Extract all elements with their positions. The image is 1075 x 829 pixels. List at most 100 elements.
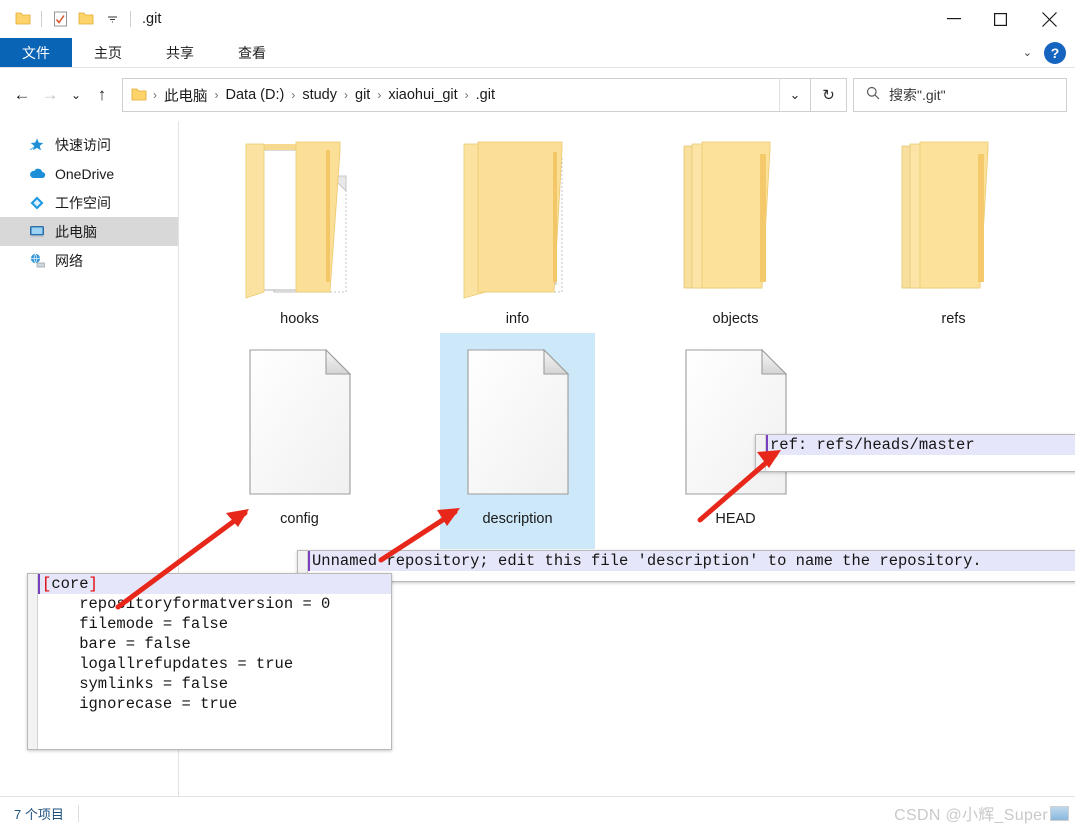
address-box[interactable]: › 此电脑 › Data (D:) › study › git › xiaohu… (122, 78, 811, 112)
file-item-hooks[interactable]: hooks (222, 133, 377, 334)
breadcrumb-item-3[interactable]: git (352, 87, 373, 103)
file-blank-icon (658, 333, 813, 508)
breadcrumb-item-4[interactable]: xiaohui_git (385, 87, 460, 103)
file-blank-icon (440, 333, 595, 508)
address-dropdown-button[interactable]: ⌄ (779, 79, 810, 111)
folder-stack-icon (876, 133, 1031, 308)
editor-line: filemode = false (42, 615, 229, 633)
tab-home[interactable]: 主页 (72, 38, 144, 67)
file-item-label: hooks (280, 311, 319, 327)
sidebar-item-label: 快速访问 (55, 136, 111, 153)
breadcrumb-separator[interactable]: › (211, 88, 223, 102)
editor-line: bare = false (42, 635, 191, 653)
breadcrumb-item-1[interactable]: Data (D:) (223, 87, 288, 103)
file-item-info[interactable]: info (440, 133, 595, 334)
editor-line: ignorecase = true (42, 695, 238, 713)
breadcrumb-separator[interactable]: › (373, 88, 385, 102)
breadcrumb-item-0[interactable]: 此电脑 (161, 85, 211, 106)
sidebar-item-label: OneDrive (55, 165, 115, 182)
sidebar-item-this-pc[interactable]: 此电脑 (0, 217, 178, 246)
sidebar-item-onedrive[interactable]: OneDrive (0, 159, 178, 188)
file-item-refs[interactable]: refs (876, 133, 1031, 334)
status-divider (77, 804, 79, 822)
config-file-content-popup: [core] repositoryformatversion = 0 filem… (27, 573, 392, 750)
sidebar-item-workspace[interactable]: 工作空间 (0, 188, 178, 217)
editor-line-core-header: [core] (38, 574, 391, 594)
minimize-button[interactable] (931, 0, 977, 38)
maximize-button[interactable] (977, 0, 1023, 38)
forward-button[interactable]: → (36, 80, 64, 110)
star-icon (28, 136, 46, 154)
folder-multi-icon (222, 133, 377, 308)
chevron-down-icon[interactable] (99, 6, 125, 32)
address-box-buttons: ⌄ (779, 79, 810, 111)
computer-icon (28, 223, 46, 241)
cloud-icon (28, 165, 46, 183)
watermark: CSDN @小辉_Super (894, 801, 1069, 825)
breadcrumb-separator[interactable]: › (149, 88, 161, 102)
breadcrumb-separator[interactable]: › (287, 88, 299, 102)
file-item-config[interactable]: config (222, 333, 377, 534)
tab-share[interactable]: 共享 (144, 38, 216, 67)
search-input[interactable]: 搜索".git" (889, 85, 946, 105)
diamond-icon (28, 194, 46, 212)
editor-line: Unnamed repository; edit this file 'desc… (308, 551, 1075, 571)
item-count-label: 7 个项目 (14, 806, 64, 822)
editor-body: ref: refs/heads/master (766, 435, 1075, 471)
breadcrumb-item-5[interactable]: .git (473, 87, 498, 103)
search-icon (866, 86, 880, 105)
file-item-label: info (505, 311, 530, 327)
breadcrumb-folder-icon (131, 88, 149, 102)
back-button[interactable]: ← (8, 80, 36, 110)
editor-line: ref: refs/heads/master (766, 435, 1075, 455)
sidebar-item-network[interactable]: 网络 (0, 246, 178, 275)
breadcrumb-item-2[interactable]: study (299, 87, 340, 103)
ribbon-tab-bar: 文件 主页 共享 查看 ⌄ ? (0, 38, 1075, 68)
file-item-label: description (482, 511, 553, 527)
window-title: .git (142, 11, 162, 27)
config-section-name: core (51, 575, 89, 593)
breadcrumb-separator[interactable]: › (340, 88, 352, 102)
search-box[interactable]: 搜索".git" (853, 78, 1067, 112)
title-bar: .git (0, 0, 1075, 38)
refresh-button[interactable]: ↻ (811, 78, 847, 112)
tab-file[interactable]: 文件 (0, 38, 72, 67)
head-file-content-popup: ref: refs/heads/master (755, 434, 1075, 472)
window-controls (931, 0, 1075, 38)
folder-stack-icon (658, 133, 813, 308)
quick-access-toolbar: .git (0, 6, 161, 32)
file-item-label: config (280, 511, 319, 527)
sidebar-item-label: 工作空间 (55, 194, 111, 211)
ribbon-right-controls: ⌄ ? (1023, 38, 1075, 67)
new-folder-icon[interactable] (73, 6, 99, 32)
address-bar-row: ← → ⌄ ↑ › 此电脑 › Data (D:) › study › git … (0, 69, 1075, 121)
properties-icon[interactable] (47, 6, 73, 32)
file-item-label: objects (712, 311, 759, 327)
folder-icon[interactable] (10, 6, 36, 32)
recent-locations-button[interactable]: ⌄ (64, 80, 88, 110)
file-explorer-window: .git 文件 主页 共享 查看 ⌄ ? ← → ⌄ ↑ › 此电脑 › Dat… (0, 0, 1075, 829)
folder-doc-icon (440, 133, 595, 308)
up-button[interactable]: ↑ (88, 80, 116, 110)
breadcrumb-separator[interactable]: › (461, 88, 473, 102)
editor-line: logallrefupdates = true (42, 655, 294, 673)
editor-body: [core] repositoryformatversion = 0 filem… (38, 574, 391, 749)
chevron-down-icon[interactable]: ⌄ (1023, 46, 1032, 59)
sidebar-item-quick-access[interactable]: 快速访问 (0, 130, 178, 159)
sidebar-item-label: 此电脑 (55, 223, 97, 240)
editor-line: symlinks = false (42, 675, 229, 693)
watermark-badge-icon (1050, 805, 1069, 821)
tab-view[interactable]: 查看 (216, 38, 288, 67)
file-item-label: refs (941, 311, 966, 327)
help-icon[interactable]: ? (1044, 41, 1066, 64)
editor-line: repositoryformatversion = 0 (42, 595, 331, 613)
file-item-objects[interactable]: objects (658, 133, 813, 334)
file-blank-icon (222, 333, 377, 508)
description-file-content-popup: Unnamed repository; edit this file 'desc… (297, 550, 1075, 582)
file-item-label: HEAD (715, 511, 756, 527)
file-item-description[interactable]: description (440, 333, 595, 549)
editor-body: Unnamed repository; edit this file 'desc… (308, 551, 1075, 581)
close-button[interactable] (1023, 0, 1075, 38)
editor-gutter (756, 435, 766, 471)
sidebar-item-label: 网络 (55, 252, 83, 269)
